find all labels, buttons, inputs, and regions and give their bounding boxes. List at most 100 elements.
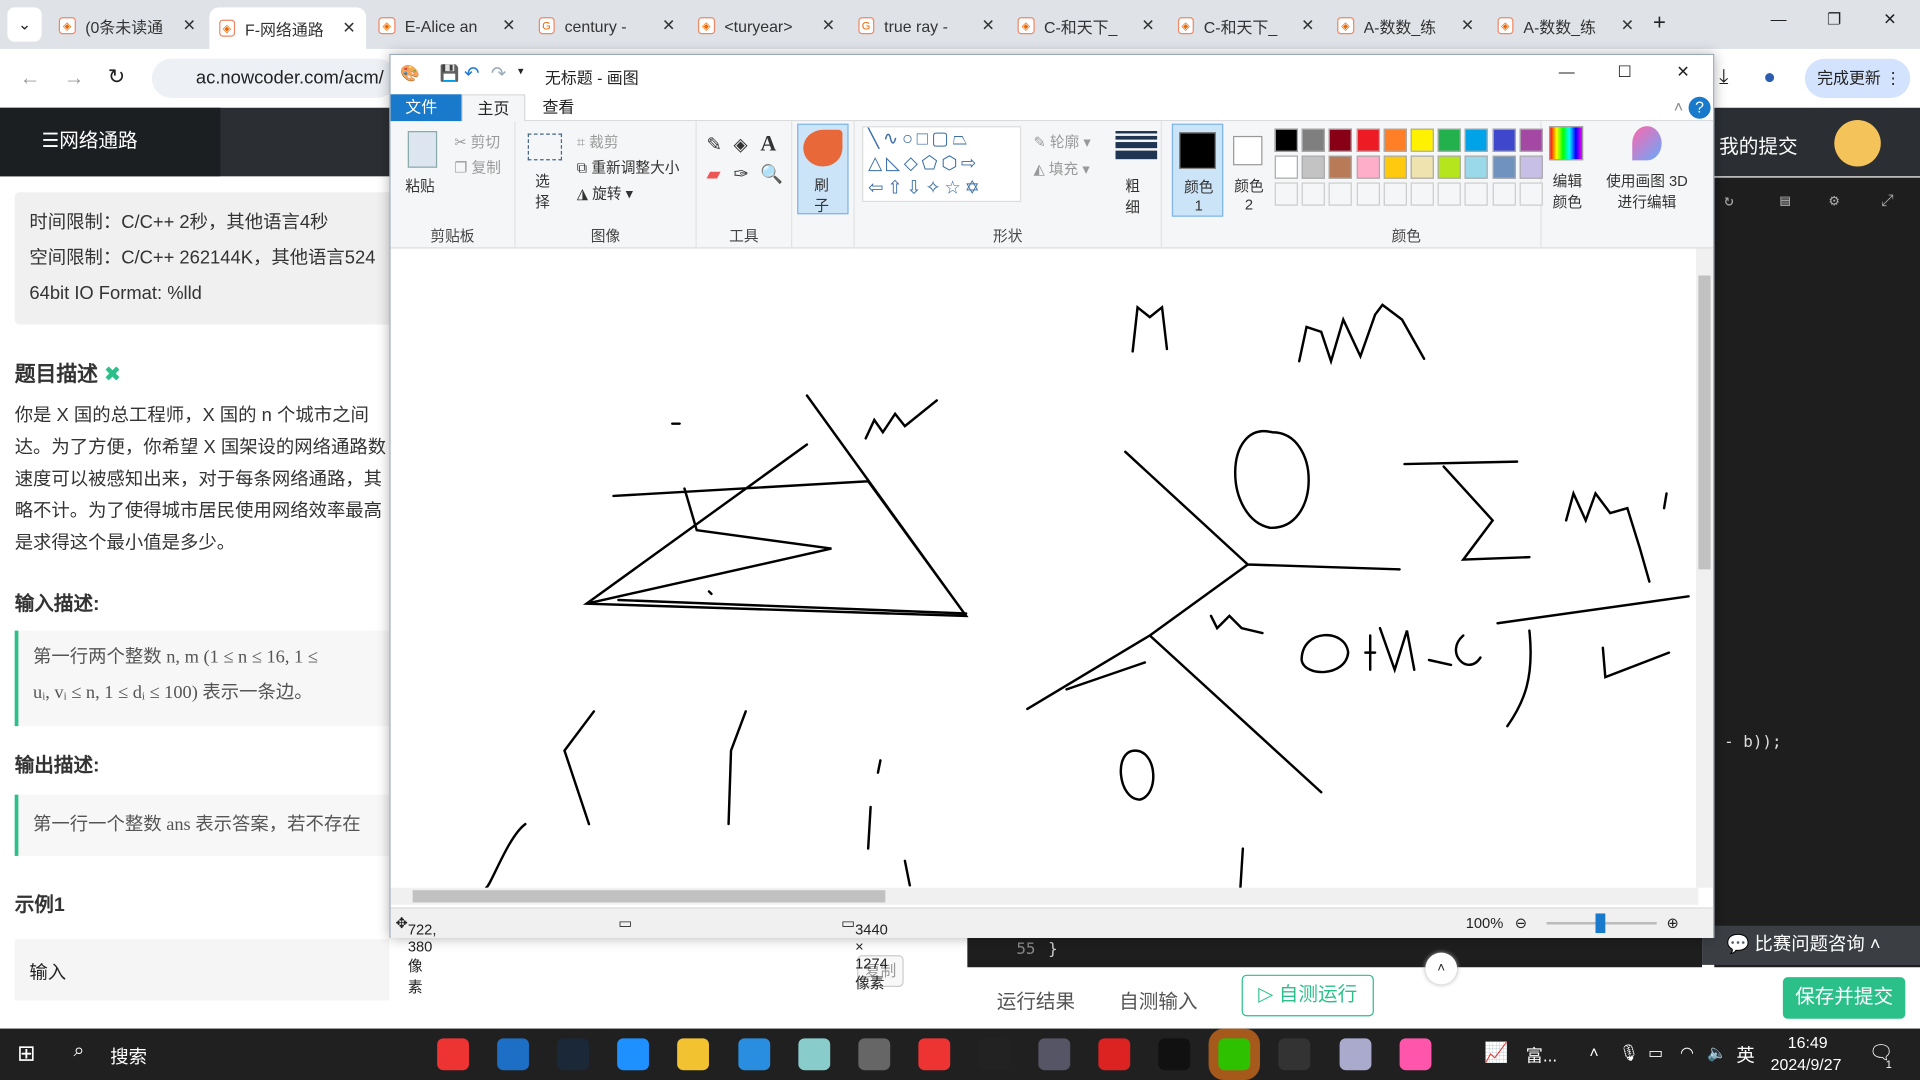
custom-color-slot[interactable] bbox=[1356, 182, 1380, 206]
palette-color-swatch[interactable] bbox=[1410, 155, 1434, 179]
tab-close-icon[interactable]: ✕ bbox=[1621, 16, 1634, 36]
microphone-icon[interactable]: 🎙 bbox=[1619, 1043, 1639, 1063]
palette-color-swatch[interactable] bbox=[1492, 128, 1516, 152]
avatar[interactable] bbox=[1834, 120, 1881, 167]
tab-close-icon[interactable]: ✕ bbox=[662, 16, 675, 36]
settings-icon[interactable]: ⚙ bbox=[1829, 192, 1839, 210]
color-picker-icon[interactable]: ✑ bbox=[733, 163, 748, 185]
help-icon[interactable]: ? bbox=[1688, 96, 1711, 119]
tab-close-icon[interactable]: ✕ bbox=[183, 16, 196, 36]
restore-button[interactable]: ❐ bbox=[1827, 10, 1841, 30]
select-icon[interactable] bbox=[527, 133, 563, 161]
tab-close-icon[interactable]: ✕ bbox=[982, 16, 995, 36]
cut-button[interactable]: 剪切 bbox=[471, 133, 500, 150]
custom-color-slot[interactable] bbox=[1437, 182, 1462, 206]
stock-app-icon[interactable]: 📈 bbox=[1484, 1041, 1508, 1065]
fill-button[interactable]: 填充 bbox=[1049, 160, 1078, 177]
vertical-scrollbar[interactable] bbox=[1695, 248, 1714, 888]
paint-maximize-button[interactable]: ☐ bbox=[1618, 62, 1632, 82]
outlook-icon[interactable] bbox=[497, 1038, 530, 1071]
quick-access-dropdown-icon[interactable]: ▾ bbox=[518, 65, 524, 78]
palette-color-swatch[interactable] bbox=[1519, 155, 1543, 179]
ime-indicator[interactable]: 英 bbox=[1736, 1042, 1754, 1068]
clock-time[interactable]: 16:49 bbox=[1788, 1033, 1828, 1051]
consult-button[interactable]: 💬 比赛问题咨询 ˄ bbox=[1702, 925, 1920, 965]
palette-color-swatch[interactable] bbox=[1329, 128, 1353, 152]
tab-close-icon[interactable]: ✕ bbox=[1141, 16, 1154, 36]
chrome-icon[interactable] bbox=[437, 1038, 469, 1071]
browser-tab[interactable]: Gtrue ray - ✕ bbox=[848, 7, 1005, 44]
zoom-in-button[interactable]: ⊕ bbox=[1667, 915, 1679, 932]
self-run-button[interactable]: ▷ 自测运行 bbox=[1241, 974, 1374, 1017]
steam-icon[interactable] bbox=[557, 1038, 590, 1071]
new-tab-button[interactable]: + bbox=[1653, 10, 1666, 36]
shapes-gallery[interactable]: ╲∿○□▢⏢ △◺◇⬠⬡⇨ ⇦⇧⇩✧☆✡ bbox=[862, 126, 1022, 203]
volume-icon[interactable]: 🔈 bbox=[1707, 1043, 1727, 1063]
brush-button[interactable]: 刷子 bbox=[797, 123, 849, 215]
reload-icon[interactable]: ↻ bbox=[108, 65, 125, 89]
copy-paint-button[interactable]: 复制 bbox=[472, 159, 501, 176]
close-button[interactable]: ✕ bbox=[1883, 10, 1896, 30]
download-icon[interactable]: ⤓ bbox=[1719, 65, 1728, 89]
my-submissions-link[interactable]: 我的提交 bbox=[1719, 130, 1797, 159]
tray-expand-icon[interactable]: ˄ bbox=[1589, 1043, 1598, 1061]
paste-icon[interactable] bbox=[407, 131, 438, 168]
browser-tab[interactable]: ◈ C-和天下_ ✕ bbox=[1008, 7, 1165, 44]
problem-title[interactable]: ☰网络通路 bbox=[0, 107, 221, 177]
code-editor[interactable]: ↻ ▤ ⚙ ⤢ - b)); bbox=[1714, 177, 1920, 968]
tab-run-result[interactable]: 运行结果 bbox=[997, 984, 1075, 1013]
obs-icon[interactable] bbox=[1278, 1038, 1311, 1071]
resize-button[interactable]: 重新调整大小 bbox=[591, 159, 679, 176]
minimize-button[interactable]: — bbox=[1771, 10, 1787, 28]
zoom-slider[interactable] bbox=[1546, 913, 1657, 934]
palette-color-swatch[interactable] bbox=[1464, 155, 1489, 179]
palette-color-swatch[interactable] bbox=[1356, 155, 1380, 179]
custom-color-slot[interactable] bbox=[1519, 182, 1543, 206]
taskbar-search[interactable]: ⌕ 搜索 bbox=[61, 1029, 416, 1080]
paint-canvas[interactable] bbox=[390, 248, 1699, 889]
eraser-icon[interactable]: ▰ bbox=[707, 163, 721, 185]
tab-close-icon[interactable]: ✕ bbox=[502, 16, 515, 36]
paint3d-button[interactable]: 使用画图 3D 进行编辑 bbox=[1603, 126, 1691, 224]
redo-icon[interactable]: ↷ bbox=[491, 62, 506, 85]
clock-date[interactable]: 2024/9/27 bbox=[1771, 1056, 1842, 1074]
file-explorer-icon[interactable] bbox=[677, 1038, 710, 1071]
template-icon[interactable]: ▤ bbox=[1780, 192, 1790, 210]
browser-tab[interactable]: ◈ A-数数_练 ✕ bbox=[1327, 7, 1484, 44]
fill-bucket-icon[interactable]: ◈ bbox=[733, 133, 747, 156]
vscode-icon[interactable] bbox=[737, 1038, 770, 1071]
browser-icon[interactable] bbox=[617, 1038, 650, 1071]
collapse-button[interactable]: ˄ bbox=[1425, 952, 1458, 985]
wifi-icon[interactable]: ◠ bbox=[1680, 1043, 1694, 1063]
crop-button[interactable]: 裁剪 bbox=[589, 133, 618, 150]
refresh-icon[interactable]: ↻ bbox=[1724, 192, 1734, 210]
custom-color-slot[interactable] bbox=[1492, 182, 1516, 206]
color2-button[interactable]: 颜色 2 bbox=[1226, 124, 1275, 217]
notes-icon[interactable] bbox=[797, 1038, 830, 1071]
browser-tab[interactable]: ◈ E-Alice an ✕ bbox=[369, 7, 526, 44]
tab-home[interactable]: 主页 bbox=[461, 94, 526, 122]
tab-view[interactable]: 查看 bbox=[528, 94, 589, 121]
color1-button[interactable]: 颜色 1 bbox=[1171, 123, 1224, 217]
url-input[interactable]: ac.nowcoder.com/acm/ bbox=[151, 58, 397, 98]
tab-search-button[interactable]: ⌄ bbox=[7, 7, 42, 42]
netease-music-icon[interactable] bbox=[918, 1038, 950, 1071]
palette-color-swatch[interactable] bbox=[1464, 128, 1489, 152]
browser-tab[interactable]: ◈ F-网络通路 ✕ bbox=[208, 7, 366, 49]
palette-color-swatch[interactable] bbox=[1437, 155, 1462, 179]
select-button[interactable]: 选择 bbox=[535, 170, 552, 212]
tab-close-icon[interactable]: ✕ bbox=[822, 16, 835, 36]
browser-tab[interactable]: Gcentury - ✕ bbox=[528, 7, 685, 44]
fullscreen-icon[interactable]: ⤢ bbox=[1881, 192, 1894, 210]
undo-icon[interactable]: ↶ bbox=[464, 62, 479, 85]
pencil-icon[interactable]: ✎ bbox=[707, 133, 722, 156]
calculator-icon[interactable] bbox=[1038, 1038, 1071, 1071]
palette-color-swatch[interactable] bbox=[1274, 155, 1298, 179]
palette-color-swatch[interactable] bbox=[1274, 128, 1298, 152]
profile-icon[interactable]: ● bbox=[1763, 65, 1776, 89]
custom-color-slot[interactable] bbox=[1464, 182, 1489, 206]
windows-start-icon[interactable]: ⊞ bbox=[17, 1041, 35, 1067]
custom-color-slot[interactable] bbox=[1383, 182, 1407, 206]
qq-icon[interactable] bbox=[1158, 1038, 1191, 1071]
save-icon[interactable]: 💾 bbox=[440, 64, 460, 84]
